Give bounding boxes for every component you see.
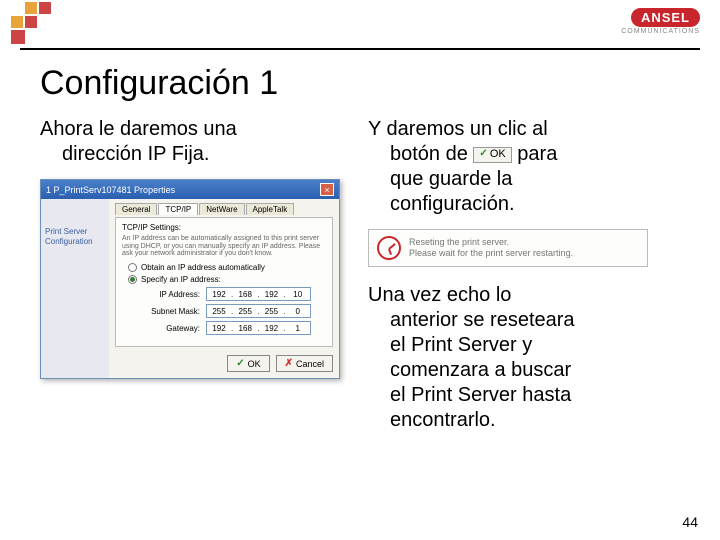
mask-oct-1[interactable] — [207, 305, 231, 317]
group-title: TCP/IP Settings: — [122, 223, 326, 232]
close-icon[interactable]: × — [320, 183, 334, 196]
cancel-button[interactable]: ✗Cancel — [276, 355, 333, 372]
check-icon: ✓ — [479, 148, 487, 161]
gw-oct-3[interactable] — [259, 322, 283, 334]
radio-manual[interactable]: Specify an IP address: — [128, 275, 326, 284]
p2-line6: encontrarlo. — [368, 408, 678, 433]
dialog-sidebar: Print Server Configuration — [41, 199, 109, 378]
tab-appletalk[interactable]: AppleTalk — [246, 203, 295, 215]
p2-line3: el Print Server y — [368, 333, 678, 358]
page-title: Configuración 1 — [40, 64, 720, 103]
ip-oct-3[interactable] — [259, 288, 283, 300]
ip-label: IP Address: — [140, 290, 200, 299]
ok-label: OK — [248, 359, 261, 369]
tab-general[interactable]: General — [115, 203, 157, 215]
mask-oct-3[interactable] — [259, 305, 283, 317]
gw-oct-1[interactable] — [207, 322, 231, 334]
p2-line2: anterior se reseteara — [368, 308, 678, 333]
tab-tcpip[interactable]: TCP/IP — [158, 203, 198, 215]
radio-manual-label: Specify an IP address: — [141, 275, 221, 284]
group-desc: An IP address can be automatically assig… — [122, 235, 326, 258]
p1-line2b: para — [517, 143, 557, 165]
p1-line4: configuración. — [368, 192, 678, 217]
radio-auto-label: Obtain an IP address automatically — [141, 263, 265, 272]
ip-oct-1[interactable] — [207, 288, 231, 300]
mask-oct-2[interactable] — [233, 305, 257, 317]
reset-line2: Please wait for the print server restart… — [409, 248, 573, 259]
tcpip-group: TCP/IP Settings: An IP address can be au… — [115, 217, 333, 347]
brand: ANSEL COMMUNICATIONS — [621, 8, 700, 35]
ip-oct-2[interactable] — [233, 288, 257, 300]
reset-message: Reseting the print server. Please wait f… — [368, 229, 648, 267]
p1-line2a: botón de — [390, 143, 468, 165]
intro-text: Ahora le daremos una dirección IP Fija. — [40, 117, 350, 167]
p2-line4: comenzara a buscar — [368, 358, 678, 383]
dialog-tabs: General TCP/IP NetWare AppleTalk — [115, 203, 333, 215]
p2-line1: Una vez echo lo — [368, 284, 511, 306]
dialog-title: 1 P_PrintServ107481 Properties — [46, 185, 175, 195]
logo-icon — [5, 0, 65, 50]
ip-field[interactable]: . . . — [206, 287, 311, 301]
ok-button[interactable]: ✓ OK — [227, 355, 269, 372]
p1-line1: Y daremos un clic al — [368, 118, 548, 140]
gw-field[interactable]: . . . — [206, 321, 311, 335]
p2-line5: el Print Server hasta — [368, 383, 678, 408]
mask-oct-4[interactable] — [286, 305, 310, 317]
mask-label: Subnet Mask: — [140, 307, 200, 316]
properties-dialog: 1 P_PrintServ107481 Properties × Print S… — [40, 179, 340, 379]
x-icon: ✗ — [285, 358, 293, 369]
brand-name: ANSEL — [631, 8, 700, 27]
ip-row: IP Address: . . . — [140, 287, 326, 301]
intro-line1: Ahora le daremos una — [40, 118, 237, 140]
p1-line3: que guarde la — [368, 167, 678, 192]
reset-line1: Reseting the print server. — [409, 237, 573, 248]
gw-row: Gateway: . . . — [140, 321, 326, 335]
mask-field[interactable]: . . . — [206, 304, 311, 318]
inline-ok-label: OK — [490, 148, 506, 162]
inline-ok-button: ✓OK — [473, 147, 511, 163]
ip-oct-4[interactable] — [286, 288, 310, 300]
check-icon: ✓ — [236, 358, 244, 369]
page-number: 44 — [682, 514, 698, 530]
clock-icon — [377, 236, 401, 260]
instruction-2: Una vez echo lo anterior se reseteara el… — [368, 283, 678, 433]
slide-header: ANSEL COMMUNICATIONS — [20, 0, 700, 50]
tab-netware[interactable]: NetWare — [199, 203, 244, 215]
brand-subtitle: COMMUNICATIONS — [621, 28, 700, 35]
intro-line2: dirección IP Fija. — [40, 142, 350, 167]
radio-icon — [128, 263, 137, 272]
cancel-label: Cancel — [296, 359, 324, 369]
dialog-titlebar[interactable]: 1 P_PrintServ107481 Properties × — [41, 180, 339, 199]
radio-icon-selected — [128, 275, 137, 284]
radio-auto[interactable]: Obtain an IP address automatically — [128, 263, 326, 272]
gw-oct-2[interactable] — [233, 322, 257, 334]
mask-row: Subnet Mask: . . . — [140, 304, 326, 318]
instruction-1: Y daremos un clic al botón de ✓OK para q… — [368, 117, 678, 217]
gw-label: Gateway: — [140, 324, 200, 333]
gw-oct-4[interactable] — [286, 322, 310, 334]
